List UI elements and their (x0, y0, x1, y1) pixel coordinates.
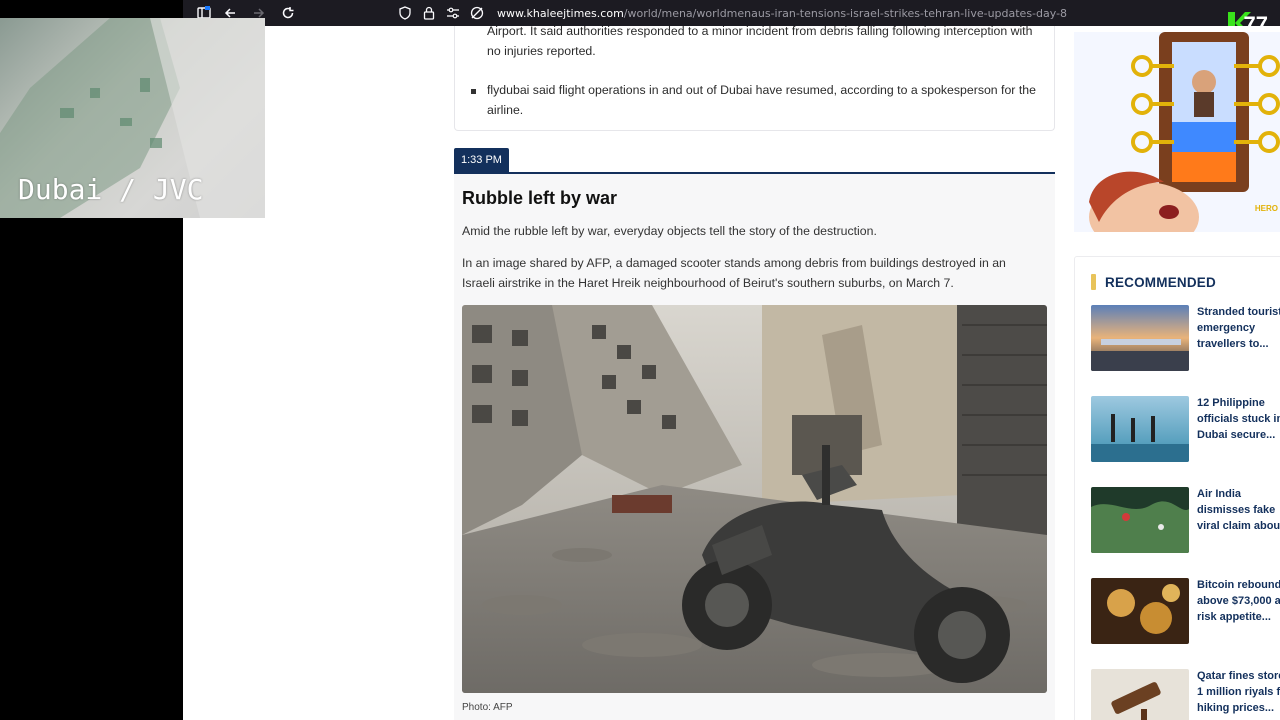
bullet-item: Airport. It said authorities responded t… (471, 26, 1041, 61)
entry-title: Rubble left by war (462, 188, 618, 208)
bullet-text: Airport. It said authorities responded t… (487, 26, 1033, 58)
bullet-marker (471, 89, 476, 94)
recommended-title: RECOMMENDED (1105, 274, 1216, 290)
ad-brand-text: HERO (1254, 204, 1278, 213)
entry-paragraph: Amid the rubble left by war, everyday ob… (462, 224, 877, 238)
recommended-item[interactable]: Air India dismisses fake viral claim abo… (1091, 487, 1280, 553)
accent-bar (1091, 274, 1096, 290)
reload-icon[interactable] (279, 4, 297, 22)
bullet-item: flydubai said flight operations in and o… (471, 81, 1041, 120)
update-time-row: 1:33 PM (454, 148, 1055, 174)
permissions-icon[interactable] (445, 5, 461, 21)
recommended-thumbnail[interactable] (1091, 396, 1189, 462)
update-entry: Rubble left by war Amid the rubble left … (454, 174, 1055, 720)
bullet-text: flydubai said flight operations in and o… (487, 83, 1036, 117)
autoplay-blocked-icon[interactable] (469, 5, 485, 21)
recommended-item[interactable]: Qatar fines store 1 million riyals for h… (1091, 669, 1280, 720)
shield-icon[interactable] (397, 5, 413, 21)
url-path: /world/mena/worldmenaus-iran-tensions-is… (623, 6, 1068, 20)
recommended-headline[interactable]: 12 Philippine officials stuck in Dubai s… (1197, 395, 1280, 443)
address-bar[interactable]: www.khaleejtimes.com/world/mena/worldmen… (397, 4, 1067, 22)
lock-icon[interactable] (421, 5, 437, 21)
recommended-thumbnail[interactable] (1091, 305, 1189, 371)
recommended-headline[interactable]: Stranded tourists emergency travellers t… (1197, 304, 1280, 352)
sidebar-ad[interactable]: HERO (1074, 32, 1280, 232)
recommended-item[interactable]: Stranded tourists emergency travellers t… (1091, 305, 1280, 371)
recommended-headline[interactable]: Air India dismisses fake viral claim abo… (1197, 486, 1280, 534)
recommended-thumbnail[interactable] (1091, 487, 1189, 553)
recommended-headline[interactable]: Qatar fines store 1 million riyals for h… (1197, 668, 1280, 716)
timestamp-badge: 1:33 PM (454, 148, 509, 172)
url-text[interactable]: www.khaleejtimes.com/world/mena/worldmen… (497, 7, 1067, 20)
webcam-overlay: Dubai / JVC (0, 18, 265, 218)
webpage: Airport. It said authorities responded t… (183, 26, 1280, 720)
entry-paragraph: In an image shared by AFP, a damaged sco… (462, 256, 1006, 290)
recommended-thumbnail[interactable] (1091, 578, 1189, 644)
recommended-panel: RECOMMENDED Stranded tourists emergency … (1074, 256, 1280, 720)
location-label: Dubai / JVC (18, 173, 204, 206)
photo-caption: Photo: AFP (462, 702, 513, 713)
recommended-headline[interactable]: Bitcoin rebounds above $73,000 a risk ap… (1197, 577, 1280, 625)
recommended-item[interactable]: Bitcoin rebounds above $73,000 a risk ap… (1091, 578, 1280, 644)
article-photo[interactable] (462, 305, 1047, 693)
browser-toolbar: www.khaleejtimes.com/world/mena/worldmen… (183, 0, 1280, 26)
recommended-thumbnail[interactable] (1091, 669, 1189, 720)
url-host: www.khaleejtimes.com (497, 6, 624, 20)
recommended-item[interactable]: 12 Philippine officials stuck in Dubai s… (1091, 396, 1280, 462)
recommended-header: RECOMMENDED (1091, 273, 1216, 291)
previous-update-card: Airport. It said authorities responded t… (454, 26, 1055, 131)
